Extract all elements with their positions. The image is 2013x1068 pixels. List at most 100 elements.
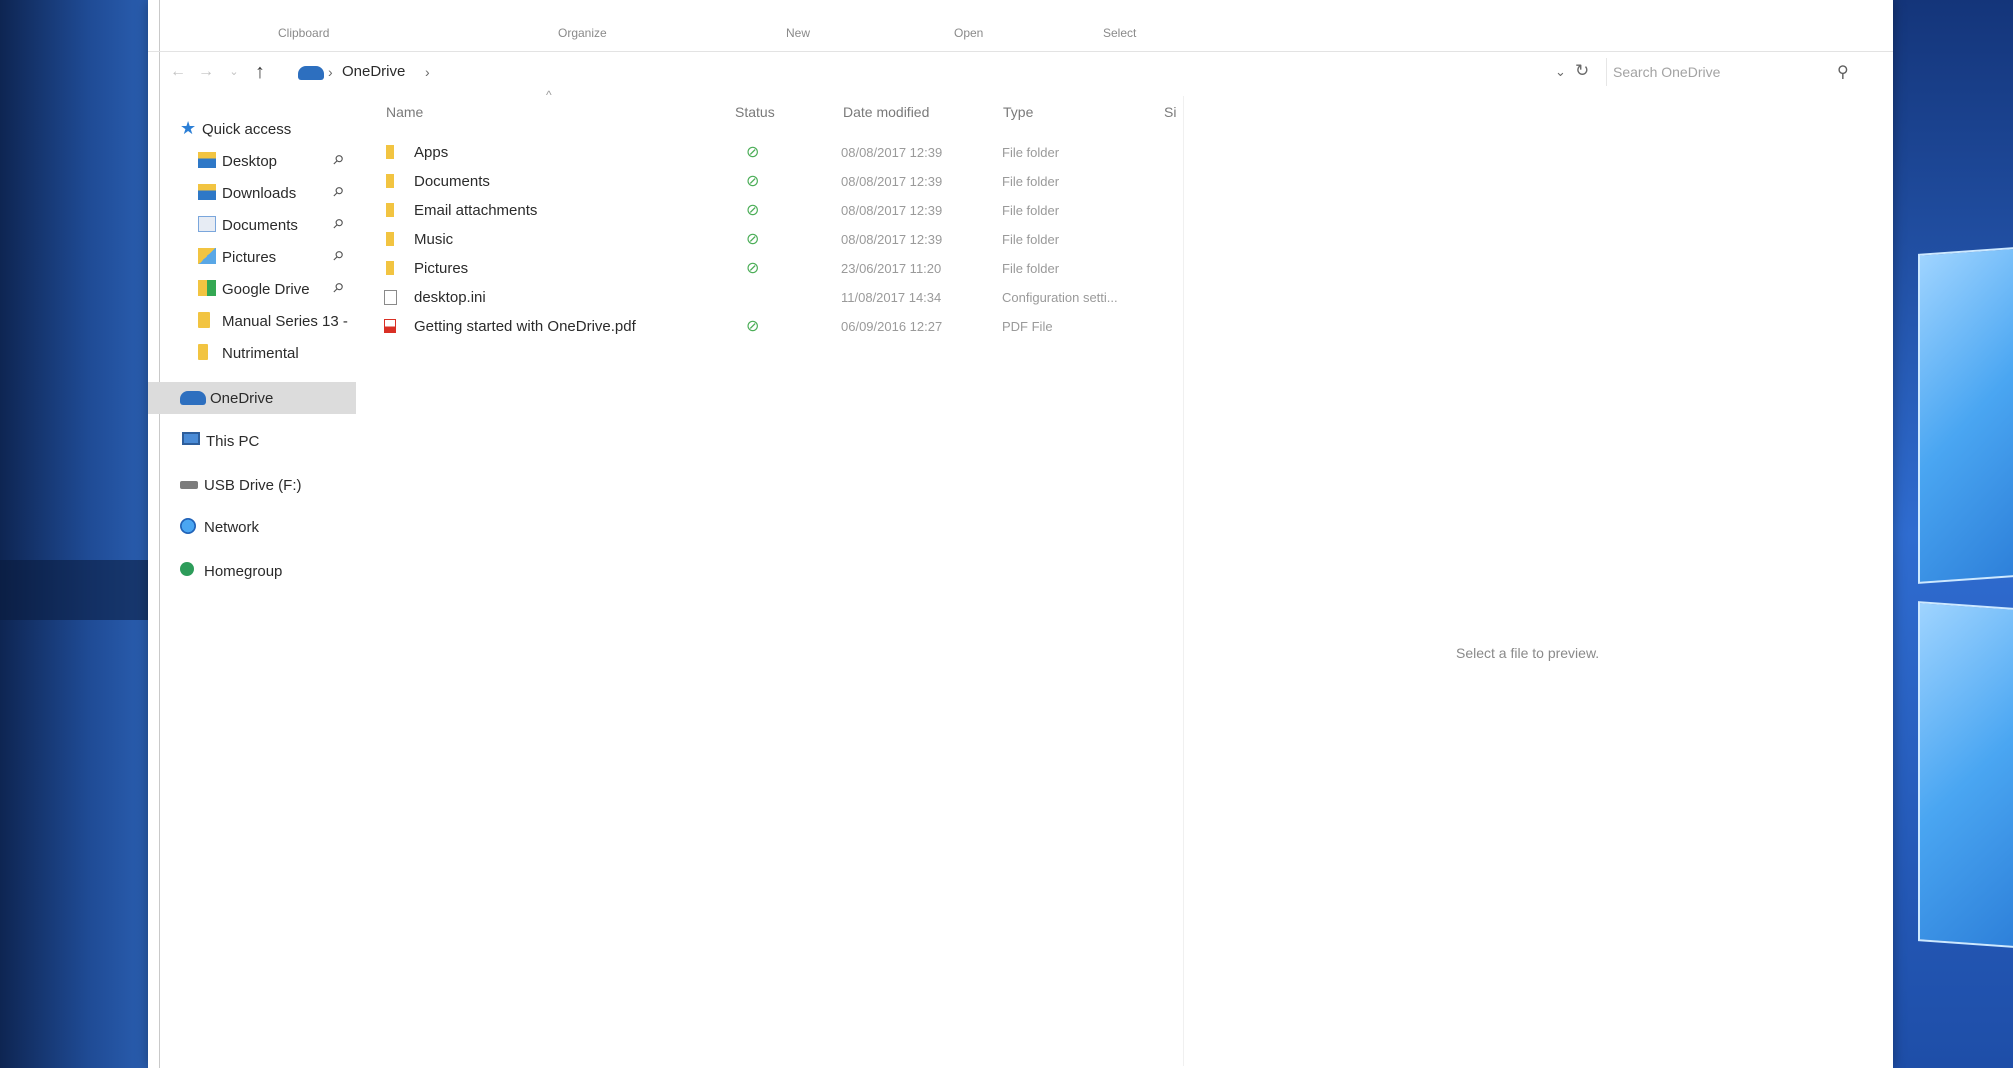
file-name: Pictures: [414, 260, 469, 277]
ribbon-group-clipboard: Clipboard: [278, 26, 330, 40]
address-bar-row: ← → ⌄ ↑ › OneDrive › ⌄ ↻ ⚲: [148, 54, 1893, 90]
file-date-modified: 08/08/2017 12:39: [841, 203, 943, 218]
column-header-type[interactable]: Type: [1003, 104, 1033, 120]
file-type: File folder: [1002, 232, 1060, 247]
folder-icon: [198, 312, 210, 328]
file-name: Getting started with OneDrive.pdf: [414, 318, 636, 335]
file-row-documents[interactable]: Documents ⊘ 08/08/2017 12:39 File folder: [380, 168, 1280, 196]
nav-item-desktop[interactable]: Desktop ⚲: [148, 146, 358, 176]
nav-item-label: Network: [204, 519, 260, 536]
synced-status-icon: ⊘: [746, 202, 760, 219]
search-icon[interactable]: ⚲: [1837, 62, 1849, 82]
search-box[interactable]: ⚲: [1606, 58, 1864, 86]
usb-drive-icon: [180, 481, 198, 489]
column-header-name[interactable]: Name: [386, 104, 423, 120]
file-type: File folder: [1002, 174, 1060, 189]
nav-item-network[interactable]: Network: [148, 512, 358, 542]
nav-item-usb-drive[interactable]: USB Drive (F:): [148, 470, 358, 500]
downloads-folder-icon: [198, 184, 216, 200]
folder-icon: [198, 344, 208, 360]
ribbon: Clipboard Organize New Open Select: [148, 0, 1893, 52]
file-name: Music: [414, 231, 454, 248]
folder-icon: [386, 203, 394, 217]
folder-icon: [386, 174, 394, 188]
file-row-desktop-ini[interactable]: desktop.ini 11/08/2017 14:34 Configurati…: [380, 284, 1280, 312]
synced-status-icon: ⊘: [746, 231, 760, 248]
nav-item-label: USB Drive (F:): [204, 477, 302, 494]
forward-arrow-icon[interactable]: →: [196, 62, 216, 82]
ribbon-group-new: New: [786, 26, 811, 40]
folder-icon: [386, 232, 394, 246]
nav-item-documents[interactable]: Documents ⚲: [148, 210, 358, 240]
nav-item-pictures[interactable]: Pictures ⚲: [148, 242, 358, 272]
refresh-icon[interactable]: ↻: [1575, 61, 1589, 81]
column-header-size[interactable]: Si: [1164, 104, 1176, 120]
file-type: PDF File: [1002, 319, 1053, 334]
file-explorer-window: Clipboard Organize New Open Select ← → ⌄…: [148, 0, 1893, 1068]
ribbon-group-select: Select: [1103, 26, 1137, 40]
pin-icon[interactable]: ⚲: [329, 183, 346, 201]
nav-item-label: Nutrimental: [222, 345, 299, 362]
file-row-pictures[interactable]: Pictures ⊘ 23/06/2017 11:20 File folder: [380, 255, 1280, 283]
nav-item-label: This PC: [206, 433, 260, 450]
file-date-modified: 08/08/2017 12:39: [841, 174, 943, 189]
google-drive-icon: [198, 280, 216, 296]
file-type: File folder: [1002, 261, 1060, 276]
pin-icon[interactable]: ⚲: [329, 151, 346, 169]
column-header-status[interactable]: Status: [735, 104, 775, 120]
file-row-apps[interactable]: Apps ⊘ 08/08/2017 12:39 File folder: [380, 139, 1280, 167]
documents-folder-icon: [198, 216, 216, 232]
star-icon: ★: [180, 118, 197, 138]
navigation-pane: ★ Quick access Desktop ⚲ Downloads ⚲ Doc…: [148, 96, 368, 1056]
synced-status-icon: ⊘: [746, 318, 760, 335]
pin-icon[interactable]: ⚲: [329, 215, 346, 233]
nav-item-label: Homegroup: [204, 563, 283, 580]
up-arrow-icon[interactable]: ↑: [250, 62, 270, 82]
network-icon: [180, 518, 196, 534]
nav-item-label: Google Drive: [222, 281, 310, 298]
pin-icon[interactable]: ⚲: [329, 247, 346, 265]
address-dropdown-icon[interactable]: ⌄: [1555, 64, 1566, 80]
recent-locations-chevron-icon[interactable]: ⌄: [224, 62, 244, 82]
onedrive-cloud-icon: [298, 66, 324, 80]
file-date-modified: 11/08/2017 14:34: [841, 290, 942, 305]
synced-status-icon: ⊘: [746, 173, 760, 190]
nav-item-onedrive[interactable]: OneDrive: [148, 382, 356, 414]
synced-status-icon: ⊘: [746, 144, 760, 161]
column-header-date-modified[interactable]: Date modified: [843, 104, 929, 120]
nav-item-manual-series[interactable]: Manual Series 13 -: [148, 306, 358, 336]
file-row-music[interactable]: Music ⊘ 08/08/2017 12:39 File folder: [380, 226, 1280, 254]
file-date-modified: 08/08/2017 12:39: [841, 232, 943, 247]
ribbon-group-organize: Organize: [558, 26, 607, 40]
breadcrumb-separator-icon[interactable]: ›: [425, 64, 430, 80]
file-type: Configuration setti...: [1002, 290, 1118, 305]
file-row-getting-started-pdf[interactable]: Getting started with OneDrive.pdf ⊘ 06/0…: [380, 313, 1280, 341]
breadcrumb-separator-icon[interactable]: ›: [328, 64, 333, 80]
desktop-left-band: [0, 560, 148, 620]
ini-file-icon: [384, 290, 397, 305]
breadcrumb-onedrive[interactable]: OneDrive: [342, 63, 405, 80]
sort-ascending-icon: ^: [546, 88, 552, 102]
onedrive-cloud-icon: [180, 391, 206, 405]
search-input[interactable]: [1613, 60, 1823, 84]
nav-item-downloads[interactable]: Downloads ⚲: [148, 178, 358, 208]
nav-item-homegroup[interactable]: Homegroup: [148, 556, 358, 586]
file-date-modified: 06/09/2016 12:27: [841, 319, 943, 334]
nav-item-this-pc[interactable]: This PC: [148, 426, 358, 456]
nav-item-label: OneDrive: [210, 390, 274, 407]
file-name: desktop.ini: [414, 289, 486, 306]
nav-quick-access[interactable]: ★ Quick access: [148, 114, 358, 144]
folder-icon: [386, 261, 394, 275]
folder-icon: [386, 145, 394, 159]
nav-item-label: Pictures: [222, 249, 277, 266]
nav-item-nutrimental[interactable]: Nutrimental: [148, 338, 358, 368]
nav-item-google-drive[interactable]: Google Drive ⚲: [148, 274, 358, 304]
back-arrow-icon[interactable]: ←: [168, 62, 188, 82]
file-row-email-attachments[interactable]: Email attachments ⊘ 08/08/2017 12:39 Fil…: [380, 197, 1280, 225]
nav-item-label: Manual Series 13 -: [222, 313, 348, 330]
nav-item-label: Documents: [222, 217, 298, 234]
desktop-left-area: [0, 0, 148, 1068]
preview-pane-message: Select a file to preview.: [1456, 645, 1600, 661]
pin-icon[interactable]: ⚲: [329, 279, 346, 297]
preview-pane-divider[interactable]: [1183, 96, 1184, 1066]
